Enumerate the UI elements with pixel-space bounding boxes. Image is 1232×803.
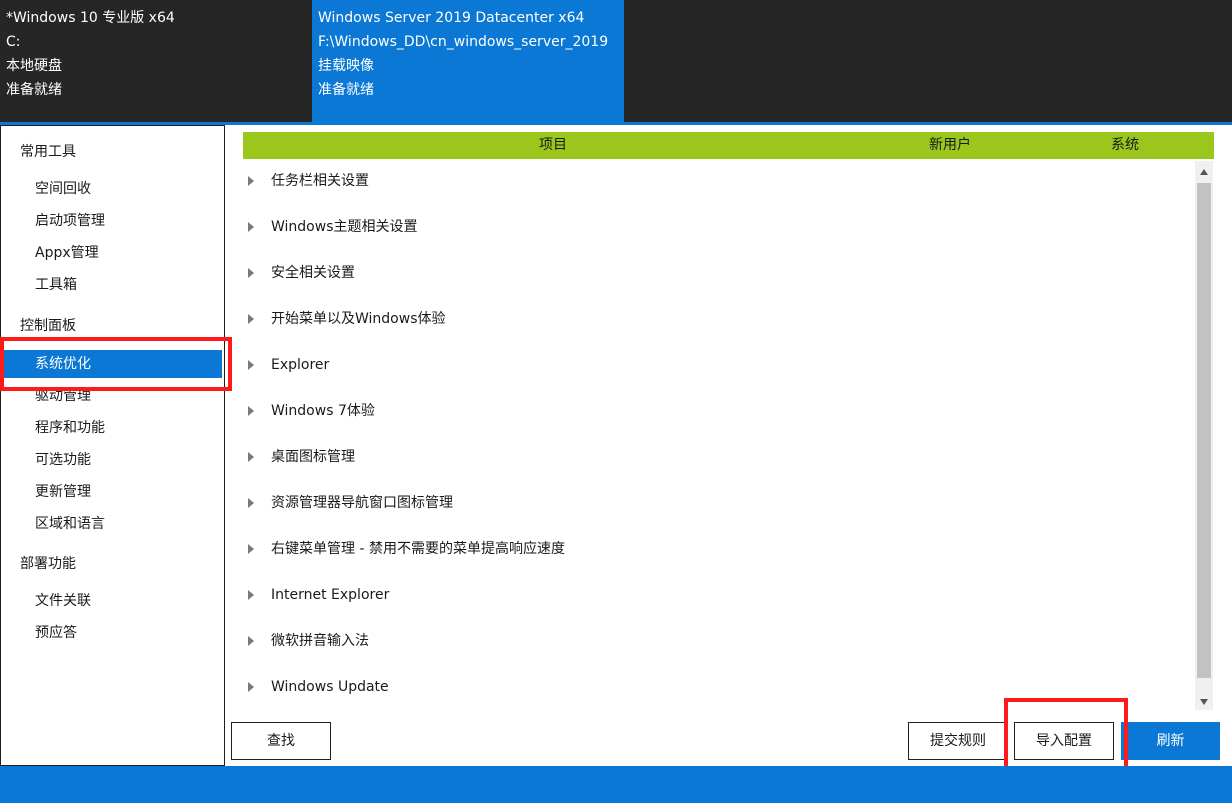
import-config-button[interactable]: 导入配置 [1014,722,1114,760]
column-header-item[interactable]: 项目 [539,132,567,159]
sidebar-group-control-panel: 控制面板 [20,318,76,334]
sidebar-item-space-reclaim[interactable]: 空间回收 [4,175,222,203]
expand-arrow-icon[interactable] [248,360,254,370]
sidebar-item-appx-manager[interactable]: Appx管理 [4,239,222,267]
expand-arrow-icon[interactable] [248,636,254,646]
image-path: C: [6,34,21,50]
image-status: 准备就绪 [6,82,62,98]
scroll-down-arrow-icon[interactable] [1200,699,1208,705]
sidebar-item-toolbox[interactable]: 工具箱 [4,271,222,299]
sidebar-item-optional-features[interactable]: 可选功能 [4,446,222,474]
expand-arrow-icon[interactable] [248,544,254,554]
find-button[interactable]: 查找 [231,722,331,760]
expand-arrow-icon[interactable] [248,176,254,186]
image-title: Windows Server 2019 Datacenter x64 [318,10,585,26]
expand-arrow-icon[interactable] [248,314,254,324]
vertical-scrollbar[interactable] [1195,161,1213,710]
table-header: 项目 新用户 系统 [243,132,1214,159]
scrollbar-thumb[interactable] [1197,183,1211,678]
image-type: 本地硬盘 [6,58,62,74]
expand-arrow-icon[interactable] [248,268,254,278]
sidebar-group-common-tools: 常用工具 [20,144,76,160]
expand-arrow-icon[interactable] [248,590,254,600]
sidebar-group-deployment: 部署功能 [20,556,76,572]
image-type: 挂载映像 [318,58,374,74]
sidebar-item-driver-manager[interactable]: 驱动管理 [4,382,222,410]
column-header-system[interactable]: 系统 [1111,132,1139,159]
sidebar-item-file-association[interactable]: 文件关联 [4,587,222,615]
image-list: *Windows 10 专业版 x64 C: 本地硬盘 准备就绪 Windows… [0,0,1232,122]
refresh-button[interactable]: 刷新 [1121,722,1220,760]
expand-arrow-icon[interactable] [248,682,254,692]
sidebar-item-startup-manager[interactable]: 启动项管理 [4,207,222,235]
image-status: 准备就绪 [318,82,374,98]
sidebar-item-update-manager[interactable]: 更新管理 [4,478,222,506]
expand-arrow-icon[interactable] [248,498,254,508]
expand-arrow-icon[interactable] [248,452,254,462]
column-header-new-user[interactable]: 新用户 [929,132,971,159]
sidebar-item-system-optimization[interactable]: 系统优化 [4,350,222,378]
image-card-windows10[interactable]: *Windows 10 专业版 x64 C: 本地硬盘 准备就绪 [0,0,312,122]
expand-arrow-icon[interactable] [248,222,254,232]
image-card-server2019[interactable]: Windows Server 2019 Datacenter x64 F:\Wi… [312,0,624,122]
sidebar-item-answer-file[interactable]: 预应答 [4,619,222,647]
sidebar-item-programs-features[interactable]: 程序和功能 [4,414,222,442]
status-bar [0,766,1232,803]
sidebar-item-region-language[interactable]: 区域和语言 [4,510,222,538]
scroll-up-arrow-icon[interactable] [1200,169,1208,175]
image-title: *Windows 10 专业版 x64 [6,10,175,26]
expand-arrow-icon[interactable] [248,406,254,416]
image-path: F:\Windows_DD\cn_windows_server_2019 [318,34,609,50]
submit-rules-button[interactable]: 提交规则 [908,722,1008,760]
